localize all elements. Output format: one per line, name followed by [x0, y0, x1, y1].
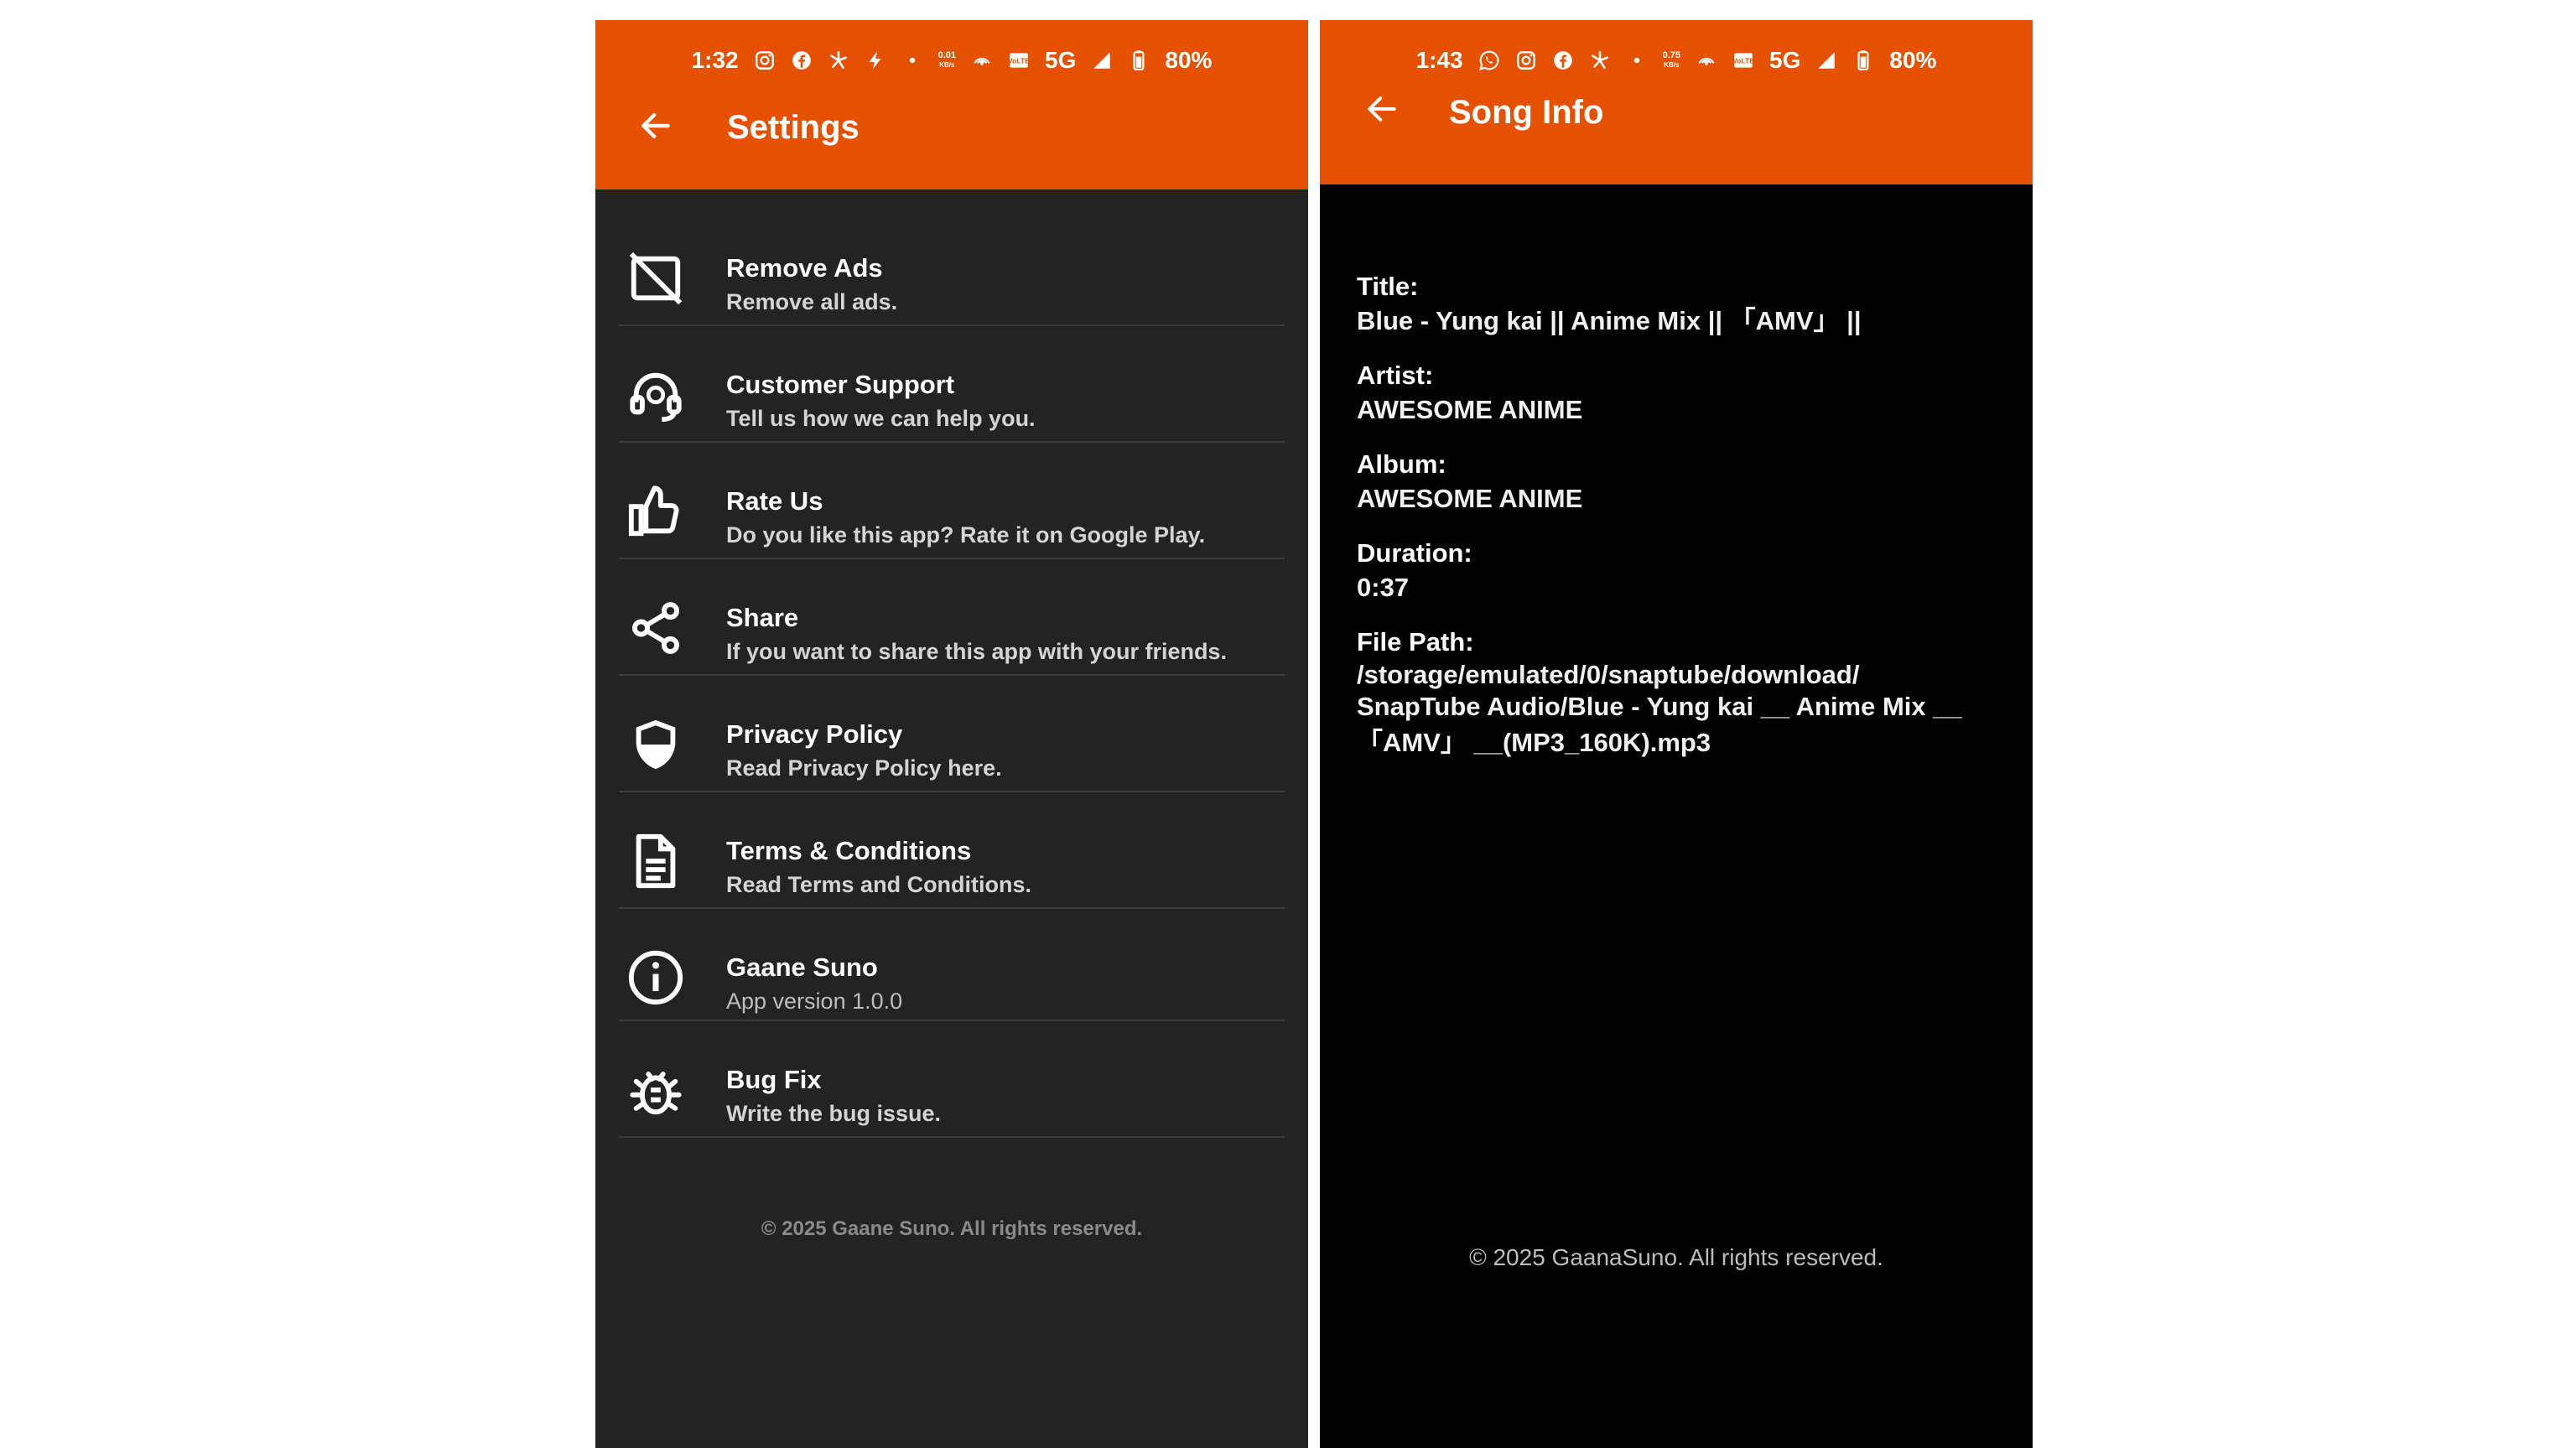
setting-title: Remove Ads — [726, 253, 883, 283]
setting-title: Gaane Suno — [726, 952, 878, 982]
battery-icon — [1128, 49, 1150, 71]
battery-level: 80% — [1165, 47, 1213, 73]
setting-title: Privacy Policy — [726, 719, 903, 749]
song-path-line: 「AMV」 __(MP3_160K).mp3 — [1357, 728, 1711, 757]
status-time: 1:43 — [1415, 47, 1463, 73]
song-path-line: /storage/emulated/0/snaptube/download/ — [1357, 660, 1860, 689]
setting-subtitle: Tell us how we can help you. — [726, 406, 1036, 431]
settings-item-app-version[interactable]: Gaane Suno App version 1.0.0 — [619, 909, 1285, 1021]
battery-icon — [1852, 49, 1874, 71]
signal-icon — [1815, 49, 1837, 71]
share-icon — [626, 598, 686, 658]
song-info-header: 1:43 0.75 KB/s VoLTE 5G 80% Song Info — [1320, 20, 2033, 184]
back-button[interactable] — [1357, 84, 1407, 134]
back-button[interactable] — [631, 101, 681, 151]
setting-title: Customer Support — [726, 370, 955, 399]
setting-title: Bug Fix — [726, 1065, 822, 1094]
no-ads-icon — [626, 248, 686, 309]
whatsapp-icon — [1478, 49, 1500, 71]
instagram-icon — [1515, 49, 1537, 71]
song-duration-value: 0:37 — [1357, 573, 1410, 602]
bug-icon — [626, 1060, 686, 1120]
pinwheel-icon — [828, 49, 849, 71]
svg-text:VoLTE: VoLTE — [1008, 56, 1030, 65]
song-duration-label: Duration: — [1357, 538, 1472, 568]
shield-icon — [626, 714, 686, 775]
song-album-block: Album: AWESOME ANIME — [1357, 448, 2011, 516]
setting-subtitle: If you want to share this app with your … — [726, 639, 1228, 664]
settings-item-share[interactable]: Share If you want to share this app with… — [619, 559, 1285, 676]
setting-title: Rate Us — [726, 486, 823, 516]
svg-text:VoLTE: VoLTE — [1732, 56, 1754, 65]
page-title: Settings — [727, 109, 860, 146]
song-artist-block: Artist: AWESOME ANIME — [1357, 359, 2011, 428]
hotspot-icon — [971, 49, 993, 71]
signal-icon — [1091, 49, 1113, 71]
status-time: 1:32 — [691, 47, 739, 73]
song-title-block: Title: Blue - Yung kai || Anime Mix || 「… — [1357, 270, 2011, 339]
settings-item-remove-ads[interactable]: Remove Ads Remove all ads. — [619, 210, 1285, 326]
copyright-footer: © 2025 Gaane Suno. All rights reserved. — [761, 1217, 1143, 1240]
dot-icon — [1626, 49, 1648, 71]
setting-subtitle: Do you like this app? Rate it on Google … — [726, 522, 1206, 548]
song-details: Title: Blue - Yung kai || Anime Mix || 「… — [1357, 270, 2011, 783]
setting-subtitle: Write the bug issue. — [726, 1101, 942, 1126]
headset-icon — [626, 365, 686, 425]
song-album-label: Album: — [1357, 449, 1446, 479]
song-artist-value: AWESOME ANIME — [1357, 395, 1583, 424]
setting-subtitle: Remove all ads. — [726, 289, 898, 314]
song-artist-label: Artist: — [1357, 361, 1434, 390]
bolt-icon — [865, 49, 886, 71]
setting-title: Share — [726, 603, 799, 632]
settings-item-bug-fix[interactable]: Bug Fix Write the bug issue. — [619, 1021, 1285, 1138]
battery-level: 80% — [1889, 47, 1937, 73]
arrow-left-icon — [641, 112, 670, 139]
volte-icon: VoLTE — [1008, 49, 1030, 71]
document-icon — [626, 831, 686, 891]
status-bar: 1:32 0.01 KB/s VoLTE 5G 80% — [595, 44, 1308, 77]
setting-subtitle: App version 1.0.0 — [726, 989, 903, 1014]
network-speed: 0.75 KB/s — [1662, 50, 1681, 70]
song-title-label: Title: — [1357, 272, 1419, 301]
pinwheel-icon — [1589, 49, 1611, 71]
settings-header: 1:32 0.01 KB/s VoLTE 5G 80% Settings — [595, 20, 1308, 189]
setting-subtitle: Read Privacy Policy here. — [726, 755, 1002, 781]
info-icon — [626, 947, 686, 1008]
instagram-icon — [754, 49, 776, 71]
settings-screen: 1:32 0.01 KB/s VoLTE 5G 80% Settings Remo… — [595, 20, 1308, 1448]
facebook-icon — [1552, 49, 1574, 71]
song-path-label: File Path: — [1357, 627, 1474, 657]
song-path-line: SnapTube Audio/Blue - Yung kai __ Anime … — [1357, 692, 1962, 721]
song-title-value: Blue - Yung kai || Anime Mix || 「AMV」 || — [1357, 306, 1862, 335]
song-info-screen: 1:43 0.75 KB/s VoLTE 5G 80% Song Info Tit… — [1320, 20, 2033, 1448]
volte-icon: VoLTE — [1732, 49, 1754, 71]
facebook-icon — [791, 49, 813, 71]
network-type: 5G — [1769, 47, 1801, 73]
settings-item-rate-us[interactable]: Rate Us Do you like this app? Rate it on… — [619, 443, 1285, 559]
page-title: Song Info — [1449, 94, 1604, 131]
arrow-left-icon — [1368, 96, 1396, 122]
copyright-footer: © 2025 GaanaSuno. All rights reserved. — [1469, 1244, 1883, 1270]
network-type: 5G — [1045, 47, 1077, 73]
hotspot-icon — [1696, 49, 1717, 71]
song-album-value: AWESOME ANIME — [1357, 484, 1583, 513]
settings-item-customer-support[interactable]: Customer Support Tell us how we can help… — [619, 326, 1285, 443]
dot-icon — [901, 49, 923, 71]
status-bar: 1:43 0.75 KB/s VoLTE 5G 80% — [1320, 44, 2033, 77]
setting-title: Terms & Conditions — [726, 836, 972, 865]
settings-list: Remove Ads Remove all ads. Customer Supp… — [619, 210, 1285, 1138]
network-speed: 0.01 KB/s — [937, 50, 957, 70]
setting-subtitle: Read Terms and Conditions. — [726, 872, 1032, 897]
song-path-block: File Path: /storage/emulated/0/snaptube/… — [1357, 625, 2011, 763]
song-duration-block: Duration: 0:37 — [1357, 537, 2011, 605]
thumbs-up-icon — [626, 481, 686, 542]
settings-item-privacy-policy[interactable]: Privacy Policy Read Privacy Policy here. — [619, 676, 1285, 792]
settings-item-terms[interactable]: Terms & Conditions Read Terms and Condit… — [619, 792, 1285, 909]
